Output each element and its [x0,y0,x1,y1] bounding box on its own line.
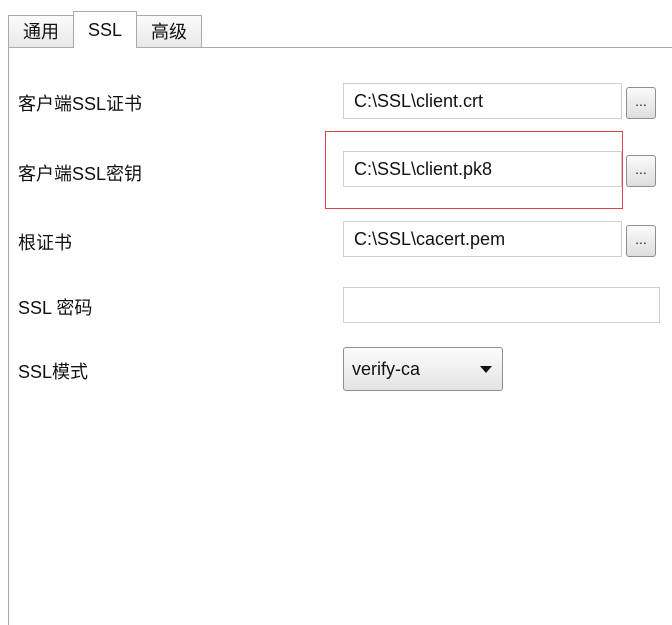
ssl-mode-row: SSL模式 [18,352,88,390]
client-cert-row: 客户端SSL证书 [18,84,142,122]
tab-ssl[interactable]: SSL [73,11,138,48]
client-key-field[interactable]: C:\SSL\client.pk8 [343,151,622,187]
client-cert-label: 客户端SSL证书 [18,94,143,114]
root-cert-browse-button[interactable]: ... [626,225,656,257]
client-cert-browse-button[interactable]: ... [626,87,656,119]
root-cert-row: 根证书 [18,223,72,261]
client-key-label: 客户端SSL密钥 [18,164,143,184]
ssl-mode-label: SSL模式 [18,362,89,382]
client-key-browse-button[interactable]: ... [626,155,656,187]
ssl-mode-selected-value: verify-ca [352,359,421,379]
chevron-down-icon [480,366,492,373]
client-key-row: 客户端SSL密钥 [18,154,142,192]
root-cert-label: 根证书 [18,233,72,253]
ssl-settings-panel [8,47,672,625]
tab-general[interactable]: 通用 [8,15,74,48]
client-cert-field[interactable]: C:\SSL\client.crt [343,83,622,119]
root-cert-field[interactable]: C:\SSL\cacert.pem [343,221,622,257]
ssl-mode-select[interactable]: verify-ca [343,347,503,391]
ssl-password-row: SSL 密码 [18,288,92,326]
ssl-password-label: SSL 密码 [18,298,93,318]
ssl-password-input[interactable] [343,287,660,323]
tab-advanced[interactable]: 高级 [136,15,203,48]
tab-bar: 通用 SSL 高级 [8,10,203,48]
